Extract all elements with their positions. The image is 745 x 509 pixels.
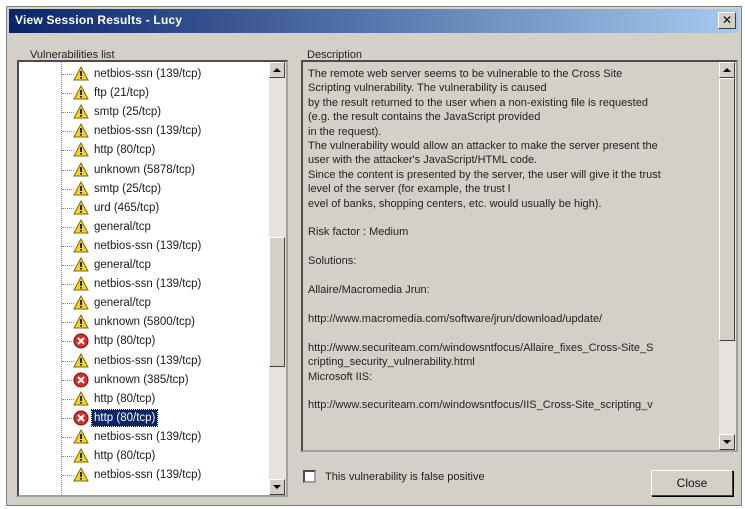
close-button[interactable]: Close bbox=[651, 470, 733, 496]
vulnerability-item-label: general/tcp bbox=[94, 297, 151, 310]
vulnerability-item-label: netbios-ssn (139/tcp) bbox=[94, 239, 202, 252]
arrow-down-icon bbox=[273, 485, 281, 489]
vulnerability-item[interactable]: smtp (25/tcp) bbox=[19, 180, 269, 199]
error-icon bbox=[73, 372, 89, 388]
warning-icon bbox=[73, 256, 89, 273]
vulnerability-item[interactable]: netbios-ssn (139/tcp) bbox=[19, 65, 269, 84]
warning-icon bbox=[73, 428, 89, 445]
vulnerability-item-label: general/tcp bbox=[94, 259, 151, 271]
vulnerability-item[interactable]: netbios-ssn (139/tcp) bbox=[19, 352, 269, 371]
list-scroll-up-button[interactable] bbox=[269, 62, 285, 78]
warning-icon bbox=[73, 467, 89, 483]
vulnerability-item[interactable]: http (80/tcp) bbox=[19, 141, 269, 160]
vulnerabilities-list[interactable]: netbios-ssn (139/tcp) ftp (21/tcp) smtp (2… bbox=[17, 60, 288, 497]
vulnerability-item[interactable]: netbios-ssn (139/tcp) bbox=[19, 275, 269, 294]
vulnerability-item[interactable]: http (80/tcp) bbox=[19, 408, 269, 428]
warning-icon bbox=[73, 65, 89, 82]
vulnerability-item[interactable]: netbios-ssn (139/tcp) bbox=[19, 428, 269, 447]
vulnerability-item-label: netbios-ssn (139/tcp) bbox=[94, 68, 202, 80]
warning-icon bbox=[73, 237, 89, 254]
vulnerability-item-label: general/tcp bbox=[94, 220, 151, 233]
warning-icon bbox=[73, 276, 89, 292]
vulnerability-item-label: netbios-ssn (139/tcp) bbox=[94, 469, 202, 482]
description-text: The remote web server seems to be vulner… bbox=[308, 68, 661, 412]
warning-icon bbox=[73, 314, 89, 330]
vulnerability-item[interactable]: netbios-ssn (139/tcp) bbox=[19, 122, 269, 141]
vulnerability-item-label: http (80/tcp) bbox=[94, 450, 156, 462]
vulnerability-item-label: unknown (385/tcp) bbox=[94, 373, 189, 386]
vulnerability-item-label: smtp (25/tcp) bbox=[94, 182, 162, 195]
list-scroll-thumb[interactable] bbox=[269, 237, 285, 367]
warning-icon bbox=[73, 161, 89, 178]
warning-icon bbox=[73, 447, 89, 464]
close-window-icon[interactable]: ✕ bbox=[718, 12, 736, 29]
window-title: View Session Results - Lucy bbox=[15, 13, 183, 27]
warning-icon bbox=[73, 218, 89, 235]
vulnerability-item[interactable]: http (80/tcp) bbox=[19, 390, 269, 409]
vulnerability-item[interactable]: general/tcp bbox=[19, 218, 269, 237]
vulnerability-item[interactable]: urd (465/tcp) bbox=[19, 199, 269, 218]
description-scroll-thumb[interactable] bbox=[719, 78, 735, 341]
arrow-up-icon bbox=[723, 68, 731, 72]
list-scroll-down-button[interactable] bbox=[269, 479, 285, 495]
vulnerability-item-label: urd (465/tcp) bbox=[94, 201, 160, 214]
description-scroll-up-button[interactable] bbox=[719, 62, 735, 78]
title-bar[interactable]: View Session Results - Lucy ✕ bbox=[9, 9, 739, 33]
vulnerability-item[interactable]: http (80/tcp) bbox=[19, 332, 269, 351]
vulnerability-item[interactable]: ftp (21/tcp) bbox=[19, 84, 269, 103]
vulnerability-item-label: http (80/tcp) bbox=[94, 335, 156, 348]
warning-icon bbox=[73, 295, 89, 311]
warning-icon bbox=[73, 199, 89, 216]
vulnerability-item[interactable]: unknown (385/tcp) bbox=[19, 371, 269, 390]
vulnerability-item[interactable]: unknown (5800/tcp) bbox=[19, 313, 269, 332]
error-icon bbox=[73, 333, 89, 349]
vulnerability-item-label: unknown (5878/tcp) bbox=[94, 163, 196, 176]
vulnerability-item-label: http (80/tcp) bbox=[90, 408, 159, 427]
list-scrollbar[interactable] bbox=[269, 62, 286, 495]
vulnerability-item-label: unknown (5800/tcp) bbox=[94, 316, 196, 329]
vulnerability-item[interactable]: unknown (5878/tcp) bbox=[19, 161, 269, 180]
warning-icon bbox=[73, 142, 89, 158]
warning-icon bbox=[73, 85, 89, 101]
vulnerability-item[interactable]: netbios-ssn (139/tcp) bbox=[19, 237, 269, 256]
warning-icon bbox=[73, 352, 89, 369]
vulnerability-item-label: netbios-ssn (139/tcp) bbox=[94, 278, 202, 291]
error-icon bbox=[73, 410, 89, 426]
vulnerabilities-tree[interactable]: netbios-ssn (139/tcp) ftp (21/tcp) smtp (2… bbox=[19, 62, 269, 495]
arrow-up-icon bbox=[273, 68, 281, 72]
warning-icon bbox=[73, 123, 89, 139]
vulnerability-item[interactable]: general/tcp bbox=[19, 294, 269, 313]
vulnerability-item[interactable]: netbios-ssn (139/tcp) bbox=[19, 466, 269, 485]
arrow-down-icon bbox=[723, 440, 731, 444]
vulnerability-item-label: netbios-ssn (139/tcp) bbox=[94, 430, 202, 443]
warning-icon bbox=[73, 104, 89, 120]
description-panel[interactable]: The remote web server seems to be vulner… bbox=[301, 60, 738, 452]
false-positive-label: This vulnerability is false positive bbox=[325, 471, 485, 483]
vulnerability-item-label: netbios-ssn (139/tcp) bbox=[94, 354, 202, 367]
vulnerability-item-label: http (80/tcp) bbox=[94, 392, 156, 405]
vulnerability-item[interactable]: smtp (25/tcp) bbox=[19, 103, 269, 122]
false-positive-checkbox[interactable] bbox=[303, 470, 316, 483]
description-scroll-down-button[interactable] bbox=[719, 434, 735, 450]
vulnerability-item-label: ftp (21/tcp) bbox=[94, 87, 149, 100]
description-scrollbar[interactable] bbox=[719, 62, 736, 450]
vulnerability-item-label: http (80/tcp) bbox=[94, 144, 156, 157]
warning-icon bbox=[73, 390, 89, 407]
vulnerability-item-label: smtp (25/tcp) bbox=[94, 106, 162, 119]
vulnerability-item[interactable]: general/tcp bbox=[19, 256, 269, 275]
warning-icon bbox=[73, 180, 89, 197]
vulnerability-item-label: netbios-ssn (139/tcp) bbox=[94, 125, 202, 138]
vulnerability-item[interactable]: http (80/tcp) bbox=[19, 447, 269, 466]
